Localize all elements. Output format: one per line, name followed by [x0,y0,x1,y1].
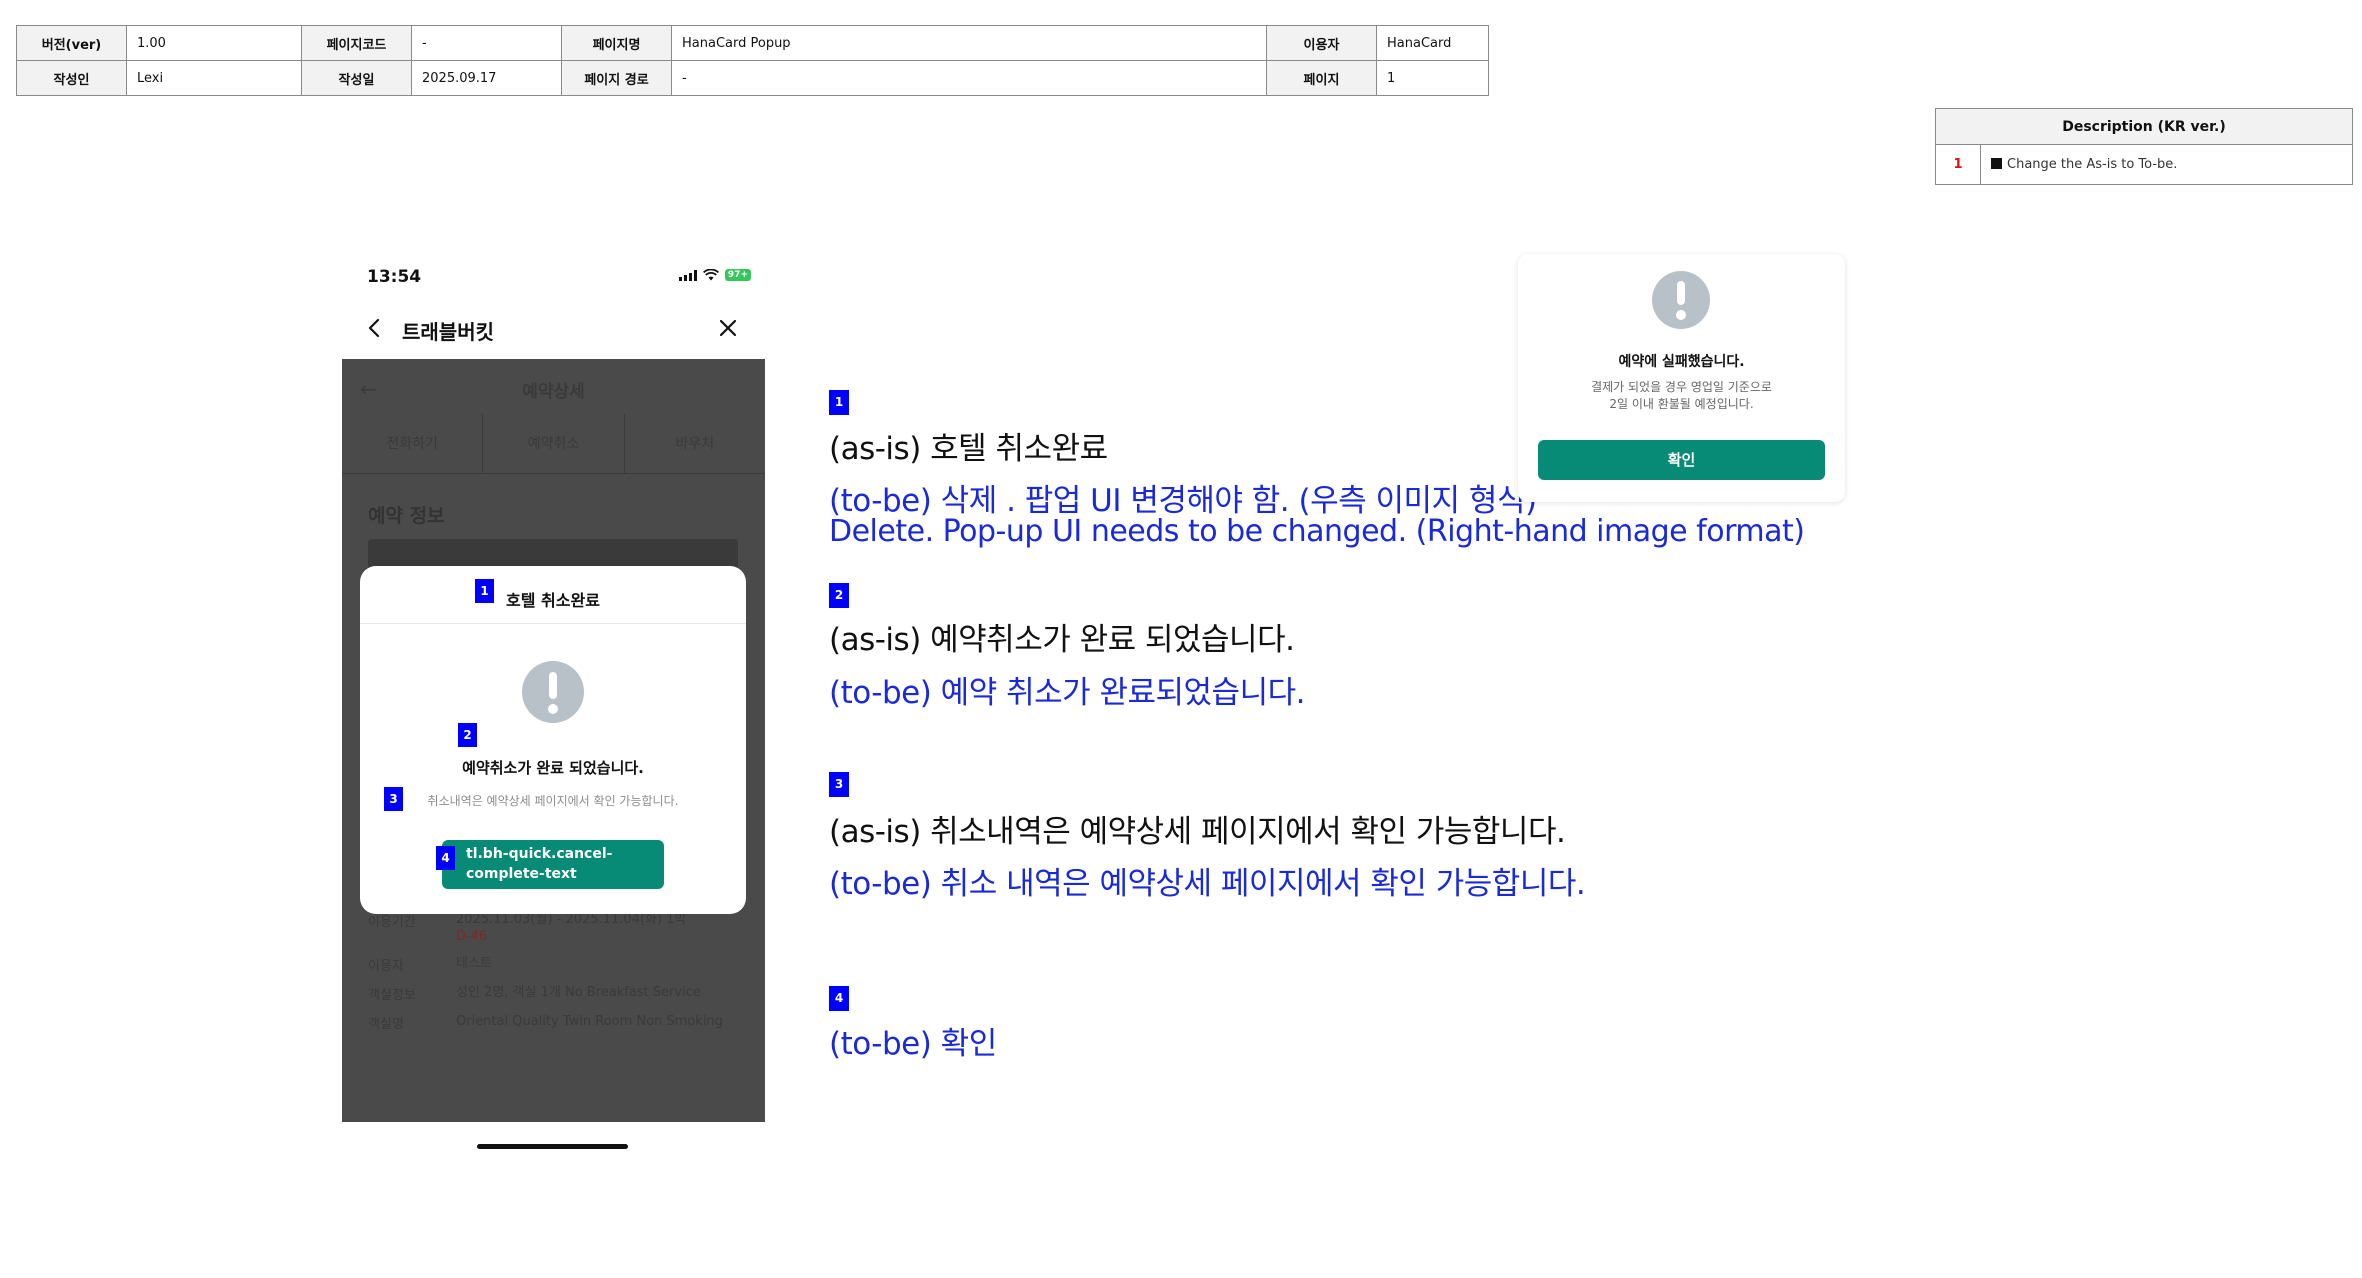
dimmed-webview: ← 예약상세 전화하기 예약취소 바우처 예약 정보 이용기간 2025.11.… [342,359,765,1122]
square-bullet-icon [1991,158,2002,169]
detail-label: 객실명 [368,1017,404,1032]
path-value: - [671,60,1267,96]
detail-row: 이용자 테스트 [368,955,748,974]
author-label: 작성인 [16,60,127,96]
detail-value: 성인 2명, 객실 1개 No Breakfast Service [456,985,701,1000]
page-code-label: 페이지코드 [301,25,412,61]
date-label: 작성일 [301,60,412,96]
description-row-text: Change the As-is to To-be. [1980,144,2353,185]
annotation-to-be-english: Delete. Pop-up UI needs to be changed. (… [829,514,1805,549]
annotation-badge: 1 [475,579,494,603]
annotation-as-is: (as-is) 호텔 취소완료 [829,431,1108,467]
author-value: Lexi [126,60,302,96]
page-name-value: HanaCard Popup [671,25,1267,61]
popup-sub-message: 취소내역은 예약상세 페이지에서 확인 가능합니다. [427,794,679,808]
description-table: Description (KR ver.) 1 Change the As-is… [1935,108,2353,185]
signal-icon [678,269,697,281]
description-row-text-value: Change the As-is to To-be. [2007,157,2178,172]
reference-confirm-button[interactable]: 확인 [1538,440,1825,480]
annotation-to-be: (to-be) 취소 내역은 예약상세 페이지에서 확인 가능합니다. [829,866,1586,902]
annotation-as-is: (as-is) 예약취소가 완료 되었습니다. [829,622,1295,658]
webview-section-title: 예약 정보 [368,505,445,527]
reference-popup: 예약에 실패했습니다. 결제가 되었을 경우 영업일 기준으로 2일 이내 환불… [1518,254,1845,502]
battery-icon: 97+ [724,269,751,281]
annotation-badge: 3 [384,787,403,811]
detail-label: 객실정보 [368,988,416,1003]
webview-tabs: 전화하기 예약취소 바우처 [342,414,765,474]
home-indicator [477,1144,628,1149]
webview-tab: 예약취소 [483,414,625,473]
d-day-label: D-46 [456,929,488,944]
close-icon[interactable] [717,317,739,339]
detail-label: 이용기간 [368,915,416,930]
description-row-number: 1 [1935,144,1981,185]
page-number-label: 페이지 [1266,60,1377,96]
reference-popup-body: 결제가 되었을 경우 영업일 기준으로 2일 이내 환불될 예정입니다. [1518,379,1845,413]
annotation-number: 1 [829,390,849,415]
reference-popup-body-line: 2일 이내 환불될 예정입니다. [1609,397,1754,411]
page-number-value: 1 [1376,60,1489,96]
popup-title-row: 호텔 취소완료 [360,566,746,624]
version-value: 1.00 [126,25,302,61]
detail-label: 이용자 [368,959,404,974]
detail-value: 2025.11.03(월) - 2025.11.04(화) 1박 D-46 [456,911,748,945]
app-header: 트래블버킷 [342,299,765,359]
detail-value: 테스트 [456,956,492,971]
detail-row: 객실명 Oriental Quality Twin Room Non Smoki… [368,1013,748,1032]
alert-icon [522,661,584,723]
webview-tab: 전화하기 [342,414,484,473]
webview-tab: 바우처 [675,436,715,452]
description-row: 1 Change the As-is to To-be. [1935,144,2353,185]
webview-detail-rows: 이용기간 2025.11.03(월) - 2025.11.04(화) 1박 D-4… [368,911,748,1042]
annotation-as-is: (as-is) 취소내역은 예약상세 페이지에서 확인 가능합니다. [829,814,1566,850]
popup-message: 예약취소가 완료 되었습니다. [462,759,644,777]
version-label: 버전(ver) [16,25,127,61]
annotation-to-be: (to-be) 확인 [829,1026,997,1062]
annotation-badge: 4 [436,846,455,870]
phone-screen: 13:54 97+ 트래블버킷 ← 예약상세 전화하기 예약취소 바우처 예약 … [342,255,765,1155]
back-chevron-icon[interactable] [364,317,386,339]
webview-title: 예약상세 [522,382,585,402]
popup-confirm-button[interactable]: tl.bh-quick.cancel-complete-text [442,840,664,889]
page-info-table: 버전(ver) 1.00 페이지코드 - 페이지명 HanaCard Popup… [16,25,1489,96]
description-header: Description (KR ver.) [1935,108,2353,145]
page-code-value: - [411,25,562,61]
path-label: 페이지 경로 [561,60,672,96]
detail-value-text: 2025.11.03(월) - 2025.11.04(화) 1박 [456,912,687,927]
annotation-number: 2 [829,583,849,608]
status-time: 13:54 [367,267,422,287]
date-value: 2025.09.17 [411,60,562,96]
page-name-label: 페이지명 [561,25,672,61]
reference-popup-body-line: 결제가 되었을 경우 영업일 기준으로 [1591,380,1772,394]
detail-value: Oriental Quality Twin Room Non Smoking [456,1014,723,1029]
status-bar: 13:54 97+ [342,255,765,299]
status-icons: 97+ [678,269,751,281]
user-label: 이용자 [1266,25,1377,61]
app-title: 트래블버킷 [402,320,494,344]
detail-row: 객실정보 성인 2명, 객실 1개 No Breakfast Service [368,984,748,1003]
user-value: HanaCard [1376,25,1489,61]
annotation-badge: 2 [458,723,477,747]
reference-popup-title: 예약에 실패했습니다. [1618,354,1745,370]
popup-title: 호텔 취소완료 [506,591,600,610]
cancel-complete-popup: 호텔 취소완료 예약취소가 완료 되었습니다. 취소내역은 예약상세 페이지에서… [360,566,746,914]
annotation-to-be: (to-be) 예약 취소가 완료되었습니다. [829,675,1305,711]
webview-header: ← 예약상세 [342,359,765,414]
annotation-number: 4 [829,986,849,1011]
alert-icon [1652,271,1710,329]
wifi-icon [702,269,719,281]
detail-row: 이용기간 2025.11.03(월) - 2025.11.04(화) 1박 D-4… [368,911,748,945]
annotation-number: 3 [829,772,849,797]
